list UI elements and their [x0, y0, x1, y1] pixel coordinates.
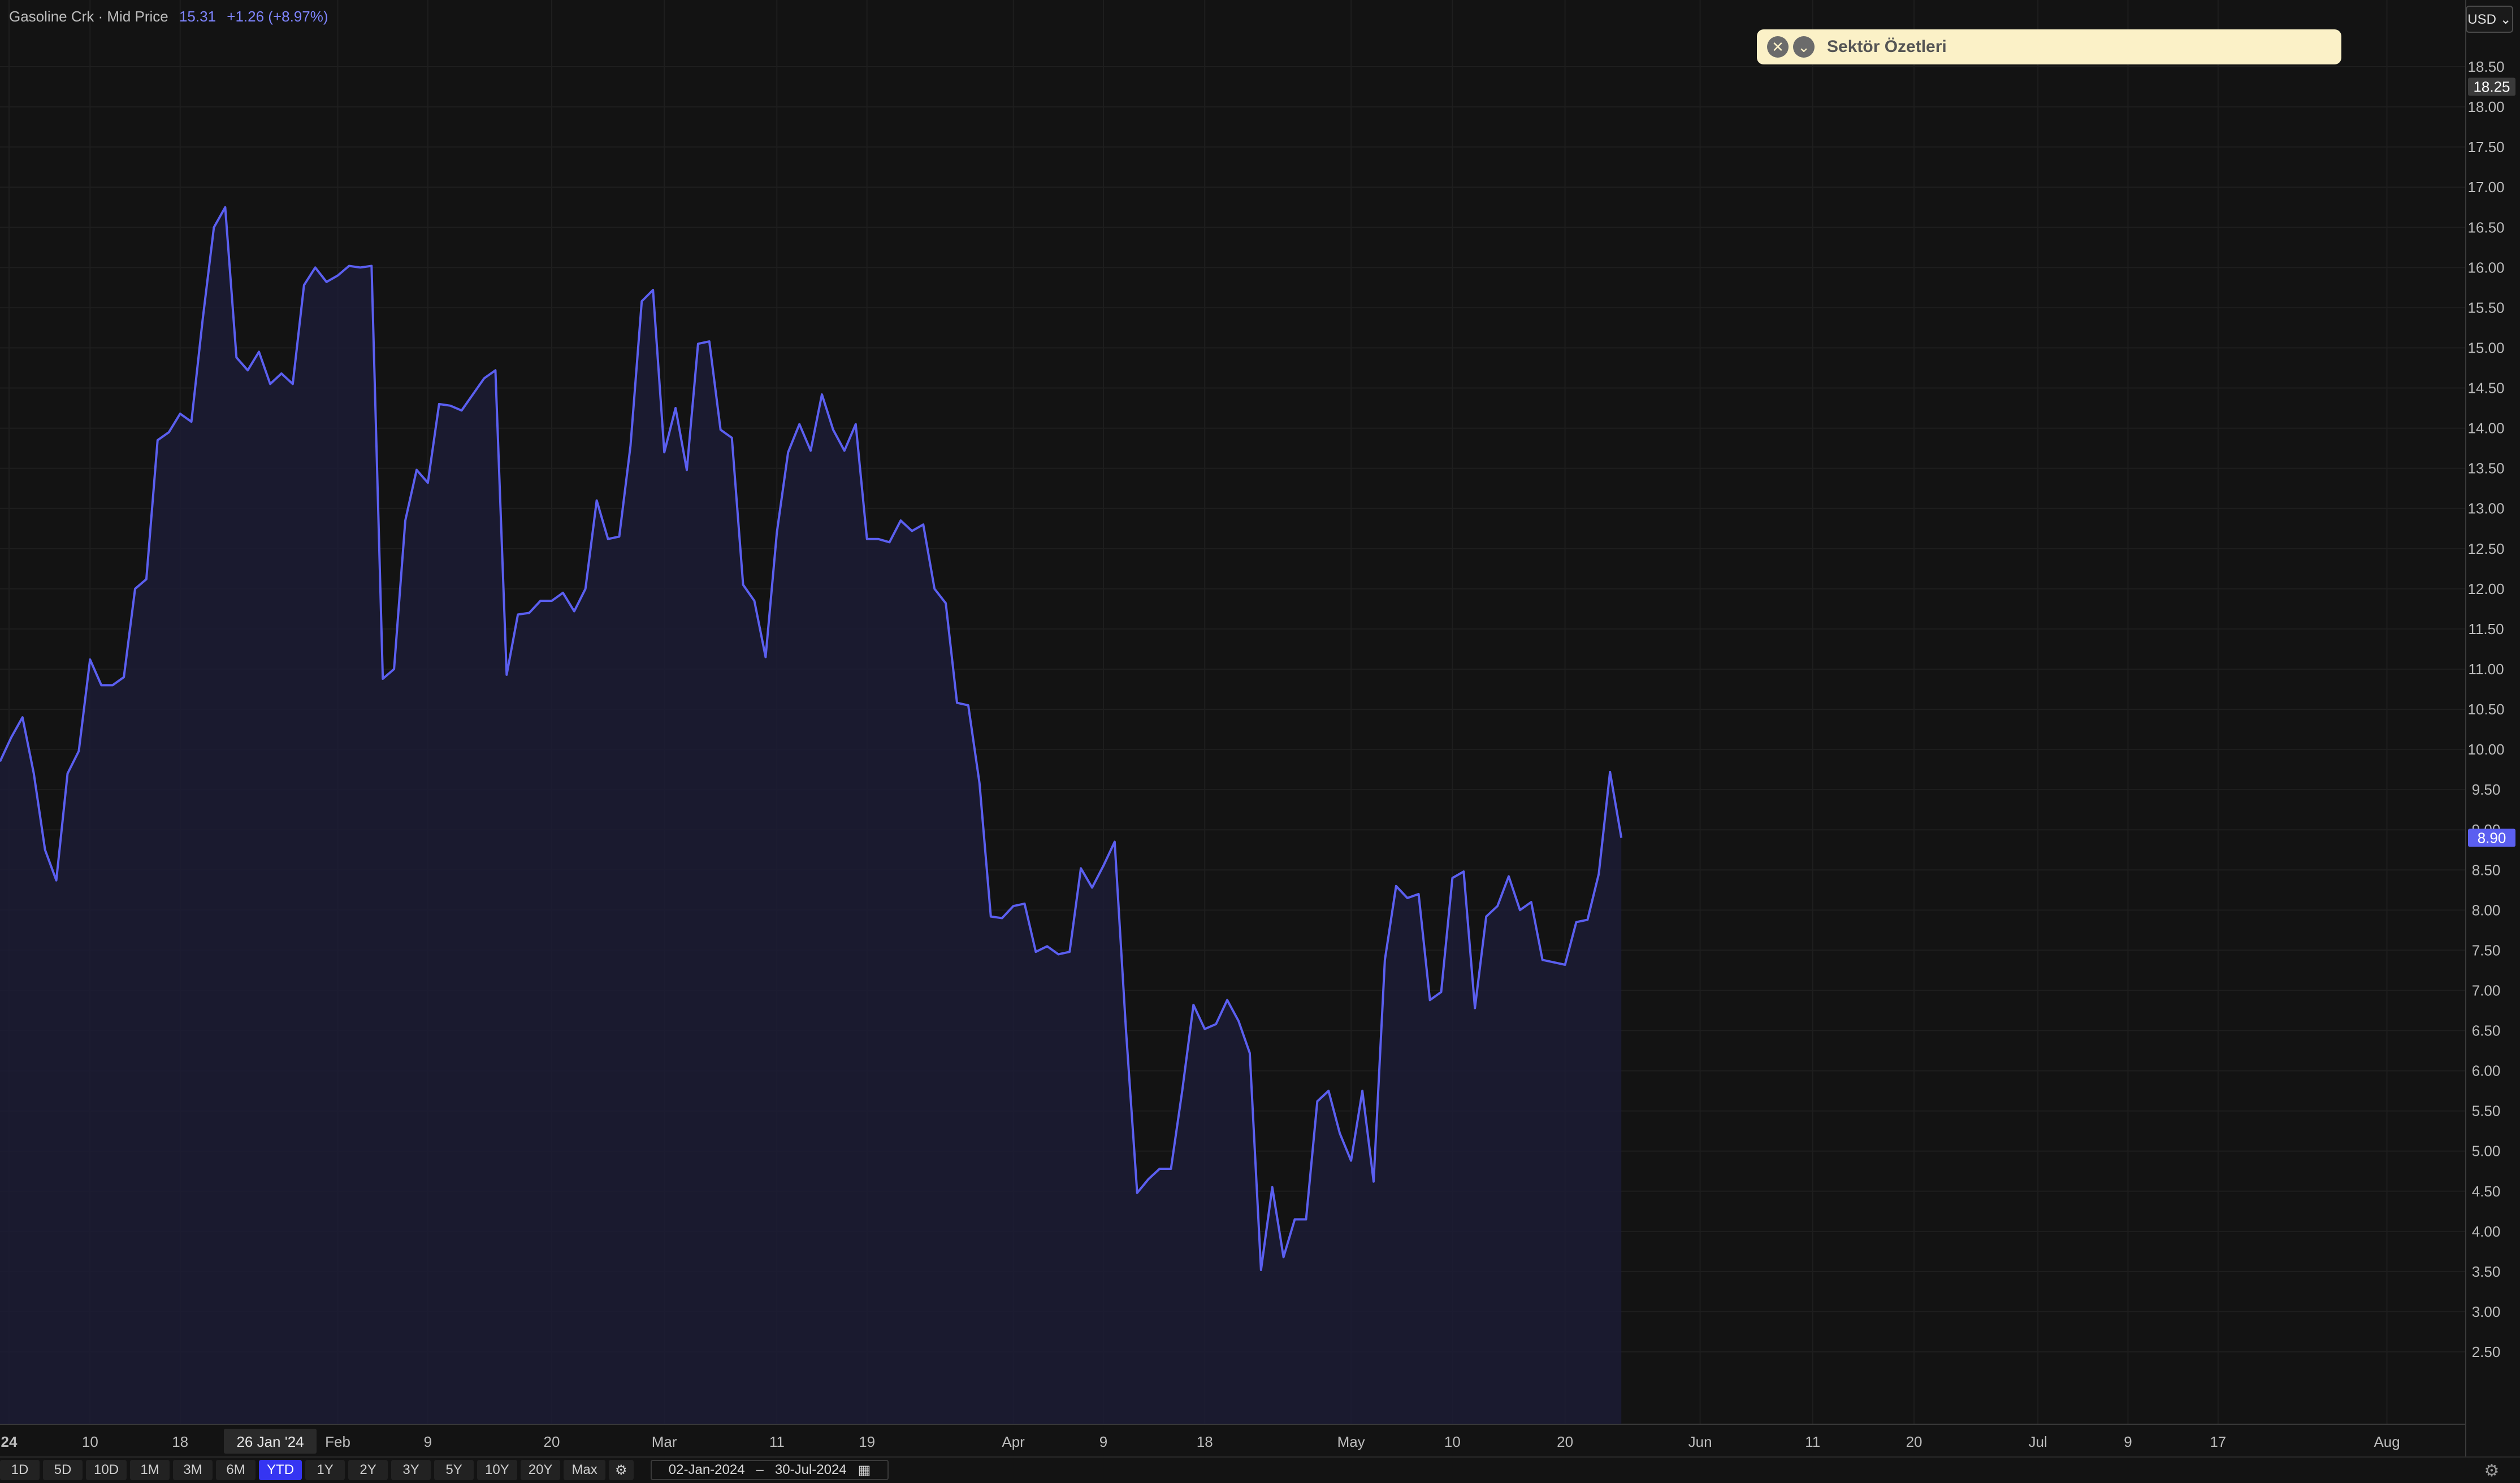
- y-tick-label: 18.50: [2467, 58, 2504, 75]
- y-tick-label: 3.50: [2472, 1263, 2501, 1280]
- x-tick-label: 11: [1805, 1433, 1820, 1450]
- y-tick-label: 4.00: [2472, 1223, 2501, 1240]
- x-tick-label: Jun: [1688, 1433, 1712, 1450]
- instrument-name: Gasoline Crk · Mid Price: [9, 8, 168, 25]
- banner-label: Sektör Özetleri: [1827, 37, 1947, 56]
- range-button-max[interactable]: Max: [564, 1460, 605, 1480]
- sector-summary-banner[interactable]: ✕ ⌄ Sektör Özetleri: [1757, 29, 2341, 64]
- date-range-separator: –: [756, 1462, 764, 1477]
- price-change: +1.26 (+8.97%): [227, 8, 328, 25]
- x-tick-label: 20: [1906, 1433, 1923, 1450]
- x-tick-label: 9: [424, 1433, 432, 1450]
- y-tick-label: 18.00: [2467, 98, 2504, 115]
- y-tick-label: 5.00: [2472, 1143, 2501, 1160]
- y-tick-label: 14.50: [2467, 380, 2504, 397]
- price-chart[interactable]: 2.50 3.00 3.50 4.00 4.50 5.00 5.50 6.00 6.50 7.00…: [0, 0, 2520, 1483]
- currency-button[interactable]: USD ⌄: [2466, 6, 2513, 33]
- y-tick-label: 17.50: [2467, 138, 2504, 155]
- range-button-3y[interactable]: 3Y: [391, 1460, 431, 1480]
- x-tick-label: 20: [1557, 1433, 1573, 1450]
- y-tick-label: 7.00: [2472, 982, 2501, 999]
- x-tick-label: Mar: [652, 1433, 677, 1450]
- x-tick-label: 18: [172, 1433, 188, 1450]
- y-tick-label: 10.50: [2467, 701, 2504, 718]
- range-toolbar: 1D 5D 10D 1M 3M 6M YTD 1Y 2Y 3Y 5Y 10Y 20Y Max ⚙ 02-J…: [0, 1457, 2520, 1483]
- x-tick-label: 20: [544, 1433, 560, 1450]
- y-tick-label: 17.00: [2467, 179, 2504, 196]
- range-button-1y[interactable]: 1Y: [305, 1460, 345, 1480]
- x-tick-label: 17: [2210, 1433, 2226, 1450]
- range-button-3m[interactable]: 3M: [173, 1460, 213, 1480]
- range-button-10d[interactable]: 10D: [86, 1460, 127, 1480]
- y-tick-label: 5.50: [2472, 1103, 2501, 1120]
- y-tick-label: 12.50: [2467, 540, 2504, 557]
- x-tick-label: 9: [2124, 1433, 2132, 1450]
- x-tick-label: Aug: [2374, 1433, 2400, 1450]
- x-tick-label: Jul: [2028, 1433, 2047, 1450]
- x-tick-label: Apr: [1002, 1433, 1025, 1450]
- x-tick-label: 10: [82, 1433, 98, 1450]
- price-marker-label: 8.90: [2478, 829, 2506, 846]
- crosshair-date-label: 26 Jan '24: [236, 1433, 304, 1450]
- y-tick-label: 8.50: [2472, 861, 2501, 878]
- price-marker-label: 18.25: [2473, 79, 2510, 96]
- y-tick-label: 11.00: [2468, 661, 2504, 678]
- x-tick-label: 24: [1, 1433, 18, 1450]
- y-tick-label: 11.50: [2468, 621, 2504, 638]
- y-tick-label: 15.50: [2467, 299, 2504, 316]
- x-tick-label: May: [1337, 1433, 1365, 1450]
- y-tick-label: 14.00: [2467, 420, 2504, 437]
- date-range-picker[interactable]: 02-Jan-2024 – 30-Jul-2024 ▦: [650, 1460, 889, 1480]
- x-tick-label: 10: [1444, 1433, 1461, 1450]
- y-tick-label: 3.00: [2472, 1303, 2501, 1320]
- range-button-1m[interactable]: 1M: [130, 1460, 170, 1480]
- close-icon[interactable]: ✕: [1767, 36, 1789, 58]
- y-tick-label: 8.00: [2472, 901, 2501, 918]
- chart-legend: Gasoline Crk · Mid Price 15.31 +1.26 (+8…: [9, 8, 328, 25]
- range-button-5y[interactable]: 5Y: [434, 1460, 474, 1480]
- range-button-6m[interactable]: 6M: [216, 1460, 256, 1480]
- y-tick-label: 4.50: [2472, 1183, 2501, 1200]
- date-range-end: 30-Jul-2024: [774, 1462, 847, 1477]
- chevron-down-icon[interactable]: ⌄: [1793, 36, 1815, 58]
- range-button-ytd[interactable]: YTD: [259, 1460, 302, 1480]
- calendar-icon[interactable]: ▦: [858, 1462, 871, 1478]
- range-button-10y[interactable]: 10Y: [477, 1460, 517, 1480]
- x-tick-label: 9: [1099, 1433, 1107, 1450]
- range-button-1d[interactable]: 1D: [0, 1460, 40, 1480]
- y-tick-label: 6.50: [2472, 1022, 2501, 1039]
- range-button-2y[interactable]: 2Y: [348, 1460, 388, 1480]
- y-tick-label: 13.50: [2467, 460, 2504, 477]
- last-price: 15.31: [179, 8, 217, 25]
- y-tick-label: 10.00: [2467, 741, 2504, 758]
- y-tick-label: 9.50: [2472, 781, 2501, 798]
- range-button-5d[interactable]: 5D: [43, 1460, 83, 1480]
- date-range-start: 02-Jan-2024: [668, 1462, 745, 1477]
- settings-gear-icon[interactable]: ⚙: [608, 1460, 634, 1480]
- y-tick-label: 7.50: [2472, 942, 2501, 959]
- x-tick-label: Feb: [325, 1433, 350, 1450]
- x-tick-label: 18: [1197, 1433, 1213, 1450]
- y-tick-label: 12.00: [2467, 580, 2504, 597]
- y-tick-label: 6.00: [2472, 1063, 2501, 1079]
- x-tick-label: 11: [769, 1433, 785, 1450]
- y-tick-label: 16.00: [2467, 259, 2504, 276]
- y-tick-label: 13.00: [2467, 500, 2504, 517]
- x-tick-label: 19: [859, 1433, 875, 1450]
- y-tick-label: 2.50: [2472, 1343, 2501, 1360]
- range-buttons: 1D 5D 10D 1M 3M 6M YTD 1Y 2Y 3Y 5Y 10Y 20Y Max: [0, 1460, 609, 1480]
- y-tick-label: 15.00: [2467, 339, 2504, 356]
- range-button-20y[interactable]: 20Y: [520, 1460, 561, 1480]
- y-tick-label: 16.50: [2467, 219, 2504, 236]
